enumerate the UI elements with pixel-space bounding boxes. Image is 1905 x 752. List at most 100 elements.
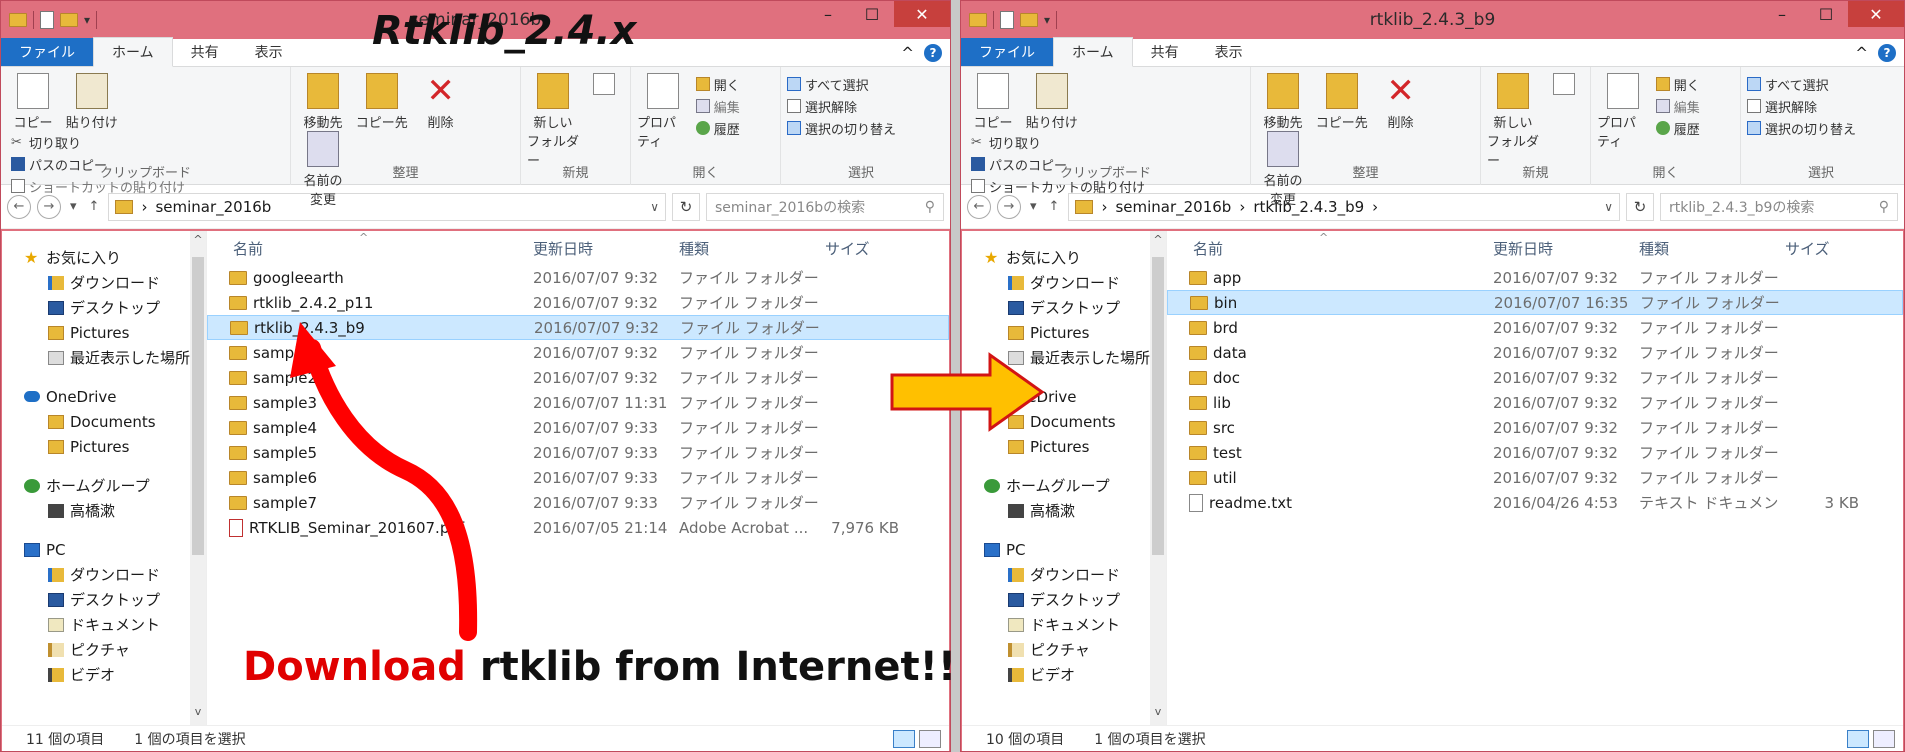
up-button[interactable]: ↑ — [1046, 199, 1063, 214]
nav-item[interactable]: ピクチャ — [962, 637, 1166, 662]
details-view-icon[interactable] — [1847, 730, 1869, 748]
recent-locations-chevron-icon[interactable]: ▾ — [67, 199, 80, 214]
file-row[interactable]: data 2016/07/07 9:32 ファイル フォルダー — [1167, 340, 1903, 365]
column-date[interactable]: 更新日時 — [527, 238, 673, 259]
nav-item[interactable]: Documents — [2, 409, 206, 434]
paste-button[interactable]: 貼り付け — [1026, 73, 1078, 131]
address-bar[interactable]: › seminar_2016b › rtklib_2.4.3_b9 › ∨ — [1068, 192, 1620, 221]
select-none-button[interactable]: 選択解除 — [787, 95, 935, 117]
nav-item[interactable]: Pictures — [2, 320, 206, 345]
history-button[interactable]: 履歴 — [695, 117, 740, 139]
file-row[interactable]: sample2 2016/07/07 9:32 ファイル フォルダー — [207, 365, 949, 390]
new-folder-button[interactable]: 新しい フォルダー — [527, 73, 579, 169]
new-folder-button[interactable]: 新しい フォルダー — [1487, 73, 1539, 169]
nav-item[interactable]: ダウンロード — [962, 270, 1166, 295]
nav-item[interactable]: 高橋漱 — [2, 498, 206, 523]
title-bar[interactable]: ▾ rtklib_2.4.3_b9 – ☐ ✕ — [961, 1, 1904, 39]
tab-file[interactable]: ファイル — [961, 38, 1053, 66]
close-button[interactable]: ✕ — [1848, 1, 1904, 27]
file-row[interactable]: brd 2016/07/07 9:32 ファイル フォルダー — [1167, 315, 1903, 340]
nav-item[interactable]: デスクトップ — [962, 587, 1166, 612]
nav-item[interactable]: ドキュメント — [2, 612, 206, 637]
nav-item[interactable]: ダウンロード — [2, 562, 206, 587]
nav-item[interactable]: デスクトップ — [2, 587, 206, 612]
file-row[interactable]: rtklib_2.4.3_b9 2016/07/07 9:32 ファイル フォルダー — [207, 315, 949, 340]
up-button[interactable]: ↑ — [86, 199, 103, 214]
nav-item[interactable]: Pictures — [962, 320, 1166, 345]
file-row[interactable]: rtklib_2.4.2_p11 2016/07/07 9:32 ファイル フォルダ… — [207, 290, 949, 315]
copy-to-button[interactable]: コピー先 — [1316, 73, 1368, 131]
properties-button[interactable]: プロパティ — [637, 73, 689, 150]
column-type[interactable]: 種類 — [1633, 238, 1779, 259]
tab-share[interactable]: 共有 — [173, 38, 237, 66]
nav-item[interactable]: OneDrive — [962, 384, 1166, 409]
tab-share[interactable]: 共有 — [1133, 38, 1197, 66]
search-box[interactable]: seminar_2016bの検索 ⚲ — [706, 192, 944, 221]
file-row[interactable]: lib 2016/07/07 9:32 ファイル フォルダー — [1167, 390, 1903, 415]
column-type[interactable]: 種類 — [673, 238, 819, 259]
scroll-thumb[interactable] — [192, 257, 204, 555]
history-button[interactable]: 履歴 — [1655, 117, 1700, 139]
file-row[interactable]: sample4 2016/07/07 9:33 ファイル フォルダー — [207, 415, 949, 440]
copy-button[interactable]: コピー — [7, 73, 59, 131]
nav-item[interactable]: Pictures — [2, 434, 206, 459]
back-button[interactable]: ← — [7, 194, 31, 219]
nav-item[interactable]: ホームグループ — [2, 473, 206, 498]
file-row[interactable]: readme.txt 2016/04/26 4:53 テキスト ドキュメント 3 KB — [1167, 490, 1903, 515]
address-dropdown-icon[interactable]: ∨ — [1604, 200, 1613, 214]
tab-view[interactable]: 表示 — [237, 38, 301, 66]
open-button[interactable]: 開く — [695, 73, 740, 95]
address-bar[interactable]: › seminar_2016b ∨ — [108, 192, 666, 221]
cut-button[interactable]: ✂ 切り取り — [971, 131, 1145, 153]
refresh-button[interactable]: ↻ — [672, 192, 700, 221]
large-icons-view-icon[interactable] — [919, 730, 941, 748]
file-row[interactable]: test 2016/07/07 9:32 ファイル フォルダー — [1167, 440, 1903, 465]
large-icons-view-icon[interactable] — [1873, 730, 1895, 748]
nav-item[interactable]: ピクチャ — [2, 637, 206, 662]
nav-scrollbar[interactable]: ^ v — [1150, 231, 1166, 725]
file-row[interactable]: sample3 2016/07/07 11:31 ファイル フォルダー — [207, 390, 949, 415]
minimize-button[interactable]: – — [1760, 1, 1804, 27]
maximize-button[interactable]: ☐ — [850, 1, 894, 27]
address-dropdown-icon[interactable]: ∨ — [650, 200, 659, 214]
new-item-button[interactable] — [1546, 73, 1582, 98]
nav-item[interactable]: ビデオ — [962, 662, 1166, 687]
nav-item[interactable]: デスクトップ — [2, 295, 206, 320]
collapse-ribbon-icon[interactable]: ^ — [1855, 44, 1868, 62]
nav-scrollbar[interactable]: ^ v — [190, 231, 206, 725]
back-button[interactable]: ← — [967, 194, 991, 219]
recent-locations-chevron-icon[interactable]: ▾ — [1027, 199, 1040, 214]
scroll-down-icon[interactable]: v — [190, 705, 206, 723]
column-date[interactable]: 更新日時 — [1487, 238, 1633, 259]
file-row[interactable]: util 2016/07/07 9:32 ファイル フォルダー — [1167, 465, 1903, 490]
help-icon[interactable]: ? — [1878, 44, 1896, 62]
edit-button[interactable]: 編集 — [1655, 95, 1700, 117]
file-row[interactable]: googleearth 2016/07/07 9:32 ファイル フォルダー — [207, 265, 949, 290]
scroll-up-icon[interactable]: ^ — [1150, 233, 1166, 251]
file-row[interactable]: sample1 2016/07/07 9:32 ファイル フォルダー — [207, 340, 949, 365]
help-icon[interactable]: ? — [924, 44, 942, 62]
nav-item[interactable]: 最近表示した場所 — [2, 345, 206, 370]
open-button[interactable]: 開く — [1655, 73, 1700, 95]
tab-view[interactable]: 表示 — [1197, 38, 1261, 66]
copy-to-button[interactable]: コピー先 — [356, 73, 408, 131]
move-to-button[interactable]: 移動先 — [1257, 73, 1309, 131]
edit-button[interactable]: 編集 — [695, 95, 740, 117]
maximize-button[interactable]: ☐ — [1804, 1, 1848, 27]
nav-item[interactable]: 高橋漱 — [962, 498, 1166, 523]
refresh-button[interactable]: ↻ — [1626, 192, 1654, 221]
file-row[interactable]: sample5 2016/07/07 9:33 ファイル フォルダー — [207, 440, 949, 465]
invert-selection-button[interactable]: 選択の切り替え — [787, 117, 935, 139]
nav-item[interactable]: デスクトップ — [962, 295, 1166, 320]
nav-item[interactable]: ホームグループ — [962, 473, 1166, 498]
invert-selection-button[interactable]: 選択の切り替え — [1747, 117, 1895, 139]
nav-item[interactable]: ダウンロード — [962, 562, 1166, 587]
nav-item[interactable]: ★ お気に入り — [962, 245, 1166, 270]
minimize-button[interactable]: – — [806, 1, 850, 27]
tab-home[interactable]: ホーム — [1053, 37, 1133, 67]
file-row[interactable]: sample6 2016/07/07 9:33 ファイル フォルダー — [207, 465, 949, 490]
delete-button[interactable]: ✕ 削除 — [415, 73, 467, 131]
nav-item[interactable]: PC — [962, 537, 1166, 562]
file-row[interactable]: app 2016/07/07 9:32 ファイル フォルダー — [1167, 265, 1903, 290]
move-to-button[interactable]: 移動先 — [297, 73, 349, 131]
